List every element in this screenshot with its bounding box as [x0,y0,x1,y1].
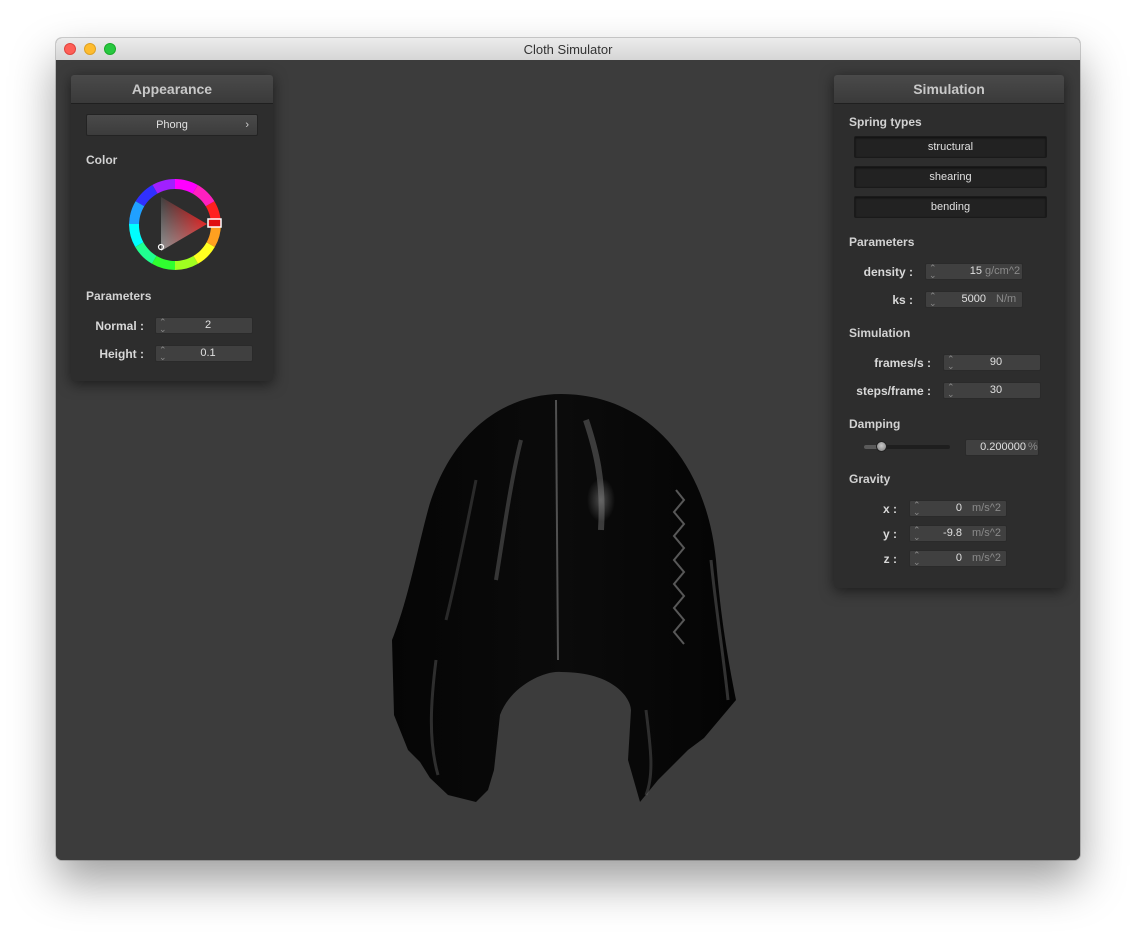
gravity-z-label: z : [883,552,897,566]
appearance-panel-title: Appearance [71,75,273,104]
app-window: Cloth Simulator Appearance Phong › Color… [56,38,1080,860]
density-unit: g/cm^2 [985,265,1021,277]
gravity-x-input[interactable]: ⌃ ⌄ 0 m/s^2 [909,500,1007,517]
shader-dropdown-value: Phong [156,119,188,131]
ks-label: ks : [892,293,913,307]
frames-label: frames/s : [874,356,931,370]
window-title: Cloth Simulator [523,42,613,57]
render-viewport[interactable]: Appearance Phong › Color Parameters Norm… [56,60,1080,860]
chevron-right-icon: › [245,119,249,131]
title-bar[interactable]: Cloth Simulator [56,38,1080,61]
simulation-panel: Simulation Spring types structural shear… [834,75,1064,588]
bending-toggle[interactable]: bending [854,196,1047,218]
normal-value: 2 [204,319,212,331]
gravity-x-label: x : [882,502,897,516]
specular-spot [587,478,615,522]
ks-input[interactable]: ⌃ ⌄ 5000 N/m [925,291,1023,308]
gravity-y-value: -9.8 [943,527,962,539]
height-value: 0.1 [200,347,216,359]
frames-value: 90 [989,356,1003,368]
density-label: density : [863,265,913,279]
appearance-panel: Appearance Phong › Color Parameters Norm… [71,75,273,381]
normal-label: Normal : [95,319,144,333]
damping-slider[interactable] [864,441,950,452]
steps-value: 30 [989,384,1003,396]
cloth-mesh [392,394,736,802]
parameters-section-label: Parameters [849,235,915,249]
ks-value: 5000 [961,293,986,305]
structural-toggle[interactable]: structural [854,136,1047,158]
height-label: Height : [99,347,144,361]
gravity-y-label: y : [882,527,897,541]
gravity-section-label: Gravity [849,472,891,486]
normal-input[interactable]: ⌃ ⌄ 2 [155,317,253,334]
gravity-x-value: 0 [955,502,962,514]
steps-label: steps/frame : [856,384,931,398]
gravity-x-unit: m/s^2 [972,502,1001,514]
stepper-icon[interactable]: ⌃ ⌄ [913,501,921,517]
height-input[interactable]: ⌃ ⌄ 0.1 [155,345,253,362]
stepper-icon[interactable]: ⌃ ⌄ [159,318,167,334]
density-input[interactable]: ⌃ ⌄ 15 g/cm^2 [925,263,1023,280]
damping-input[interactable]: 0.200000 % [965,439,1039,456]
damping-slider-knob[interactable] [876,441,888,452]
damping-section-label: Damping [849,417,901,431]
ks-unit: N/m [996,293,1017,305]
shearing-toggle[interactable]: shearing [854,166,1047,188]
damping-unit: % [1028,441,1038,453]
gravity-z-value: 0 [955,552,962,564]
gravity-y-input[interactable]: ⌃ ⌄ -9.8 m/s^2 [909,525,1007,542]
density-value: 15 [969,265,982,277]
steps-input[interactable]: ⌃ ⌄ 30 [943,382,1041,399]
stepper-icon[interactable]: ⌃ ⌄ [913,551,921,567]
stepper-icon[interactable]: ⌃ ⌄ [929,264,937,280]
gravity-z-unit: m/s^2 [972,552,1001,564]
color-section-label: Color [86,153,118,167]
hue-selector-handle[interactable] [207,218,222,228]
parameters-section-label: Parameters [86,289,152,303]
gravity-z-input[interactable]: ⌃ ⌄ 0 m/s^2 [909,550,1007,567]
simulation-panel-title: Simulation [834,75,1064,104]
simulation-section-label: Simulation [849,326,911,340]
gravity-y-unit: m/s^2 [972,527,1001,539]
stepper-icon[interactable]: ⌃ ⌄ [929,292,937,308]
color-wheel[interactable] [129,178,225,272]
stepper-icon[interactable]: ⌃ ⌄ [159,346,167,362]
damping-value: 0.200000 [980,441,1026,453]
stepper-icon[interactable]: ⌃ ⌄ [947,355,955,371]
frames-input[interactable]: ⌃ ⌄ 90 [943,354,1041,371]
spring-types-label: Spring types [849,115,922,129]
stepper-icon[interactable]: ⌃ ⌄ [913,526,921,542]
stepper-icon[interactable]: ⌃ ⌄ [947,383,955,399]
shader-dropdown[interactable]: Phong › [86,114,258,136]
